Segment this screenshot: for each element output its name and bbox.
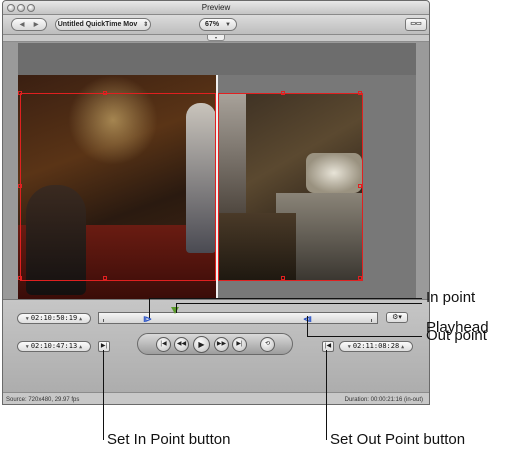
- crop-box-right[interactable]: [218, 91, 363, 281]
- canvas-top-band: [18, 43, 416, 75]
- crop-handle[interactable]: [358, 184, 362, 188]
- callout-line-set-in: [103, 350, 104, 440]
- zoom-value: 67%: [205, 21, 220, 28]
- view-mode-button[interactable]: ▭▭: [405, 18, 427, 31]
- timeline-scrubber[interactable]: ⧐ ⧏: [98, 307, 378, 324]
- crop-handle[interactable]: [18, 184, 22, 188]
- view-mode-icon: ▭▭: [410, 21, 422, 27]
- chevron-up-icon[interactable]: ▲: [77, 316, 84, 322]
- minimize-window-button[interactable]: [17, 4, 25, 12]
- crop-handle[interactable]: [103, 276, 107, 280]
- status-bar: Source: 720x480, 29.97 fps Duration: 00:…: [3, 392, 429, 404]
- crop-handle[interactable]: [103, 91, 107, 95]
- set-in-point-button[interactable]: ▶|: [98, 341, 110, 352]
- title-bar: Preview: [3, 1, 429, 15]
- in-time-field[interactable]: ▼ 02:10:47:13 ▲: [17, 341, 91, 352]
- callout-line-playhead: [176, 303, 177, 313]
- callout-line-set-out: [326, 350, 327, 440]
- callout-set-out-button: Set Out Point button: [330, 431, 466, 448]
- chevron-down-icon: ▼: [225, 22, 231, 28]
- close-window-button[interactable]: [7, 4, 15, 12]
- toolbar-toggle-tab[interactable]: ▾: [207, 35, 225, 41]
- crop-handle[interactable]: [358, 91, 362, 95]
- set-out-point-icon: |◀: [324, 343, 332, 349]
- fast-forward-button[interactable]: ▶▶: [214, 337, 229, 352]
- crop-box-left[interactable]: [18, 91, 216, 281]
- skip-back-icon: |◀: [160, 341, 167, 347]
- crop-handle[interactable]: [18, 276, 22, 280]
- toolbar: ◀ ▶ Untitled QuickTime Mov ⇕ 67% ▼ ▭▭: [3, 15, 429, 35]
- loop-icon: ⟲: [264, 341, 271, 347]
- callout-line-out-point: [307, 316, 308, 336]
- callout-out-point: Out point: [426, 327, 487, 344]
- crop-handle[interactable]: [358, 276, 362, 280]
- document-popup-menu[interactable]: Untitled QuickTime Mov ⇕: [55, 18, 151, 31]
- crop-handle[interactable]: [281, 276, 285, 280]
- crop-handle[interactable]: [281, 91, 285, 95]
- playhead[interactable]: [171, 307, 179, 314]
- forward-arrow-icon[interactable]: ▶: [29, 20, 43, 30]
- chevron-down-icon[interactable]: ▼: [346, 344, 353, 350]
- rewind-icon: ◀◀: [176, 341, 187, 347]
- duration-info: Duration: 00:00:21:16 (in-out): [344, 397, 423, 403]
- set-out-point-button[interactable]: |◀: [322, 341, 334, 352]
- source-info: Source: 720x480, 29.97 fps: [6, 397, 80, 403]
- fast-forward-icon: ▶▶: [216, 341, 227, 347]
- transport-controls-area: ▼02:10:50:19▲ ⧐ ⧏ ⚙▾ ▼02:10:47:13▲ ▶| |◀…: [3, 299, 429, 404]
- current-time-field[interactable]: ▼ 02:10:50:19 ▲: [17, 313, 91, 324]
- back-arrow-icon[interactable]: ◀: [15, 20, 29, 30]
- rewind-button[interactable]: ◀◀: [174, 337, 189, 352]
- callout-in-point: In point: [426, 289, 476, 306]
- gear-icon: ⚙▾: [392, 314, 402, 321]
- gear-menu-button[interactable]: ⚙▾: [386, 312, 408, 323]
- chevron-up-icon[interactable]: ▲: [399, 344, 406, 350]
- chevron-down-icon[interactable]: ▼: [24, 344, 31, 350]
- set-in-point-icon: ▶|: [100, 343, 108, 349]
- skip-forward-icon: ▶|: [236, 341, 243, 347]
- updown-arrows-icon: ⇕: [143, 22, 149, 28]
- callout-line-playhead: [176, 303, 422, 304]
- document-menu-label: Untitled QuickTime Mov: [57, 21, 138, 28]
- callout-line-in-point: [149, 298, 150, 318]
- crop-handle[interactable]: [18, 91, 22, 95]
- out-time-field[interactable]: ▼ 02:11:08:28 ▲: [339, 341, 413, 352]
- play-icon: ▶: [198, 340, 205, 349]
- nav-buttons: ◀ ▶: [11, 18, 47, 31]
- callout-line-out-point: [307, 336, 422, 337]
- chevron-down-icon[interactable]: ▼: [24, 316, 31, 322]
- play-button[interactable]: ▶: [193, 336, 210, 353]
- zoom-popup-menu[interactable]: 67% ▼: [199, 18, 237, 31]
- go-to-start-button[interactable]: |◀: [156, 337, 171, 352]
- transport-bar: |◀ ◀◀ ▶ ▶▶ ▶| ⟲: [137, 333, 293, 355]
- loop-button[interactable]: ⟲: [260, 337, 275, 352]
- zoom-window-button[interactable]: [27, 4, 35, 12]
- preview-window: Preview ◀ ▶ Untitled QuickTime Mov ⇕ 67% …: [2, 0, 430, 405]
- window-title: Preview: [201, 3, 231, 12]
- callout-line-in-point: [149, 298, 422, 299]
- toolbar-divider: ▾: [3, 35, 429, 42]
- go-to-end-button[interactable]: ▶|: [232, 337, 247, 352]
- chevron-up-icon[interactable]: ▲: [77, 344, 84, 350]
- callout-set-in-button: Set In Point button: [107, 431, 231, 448]
